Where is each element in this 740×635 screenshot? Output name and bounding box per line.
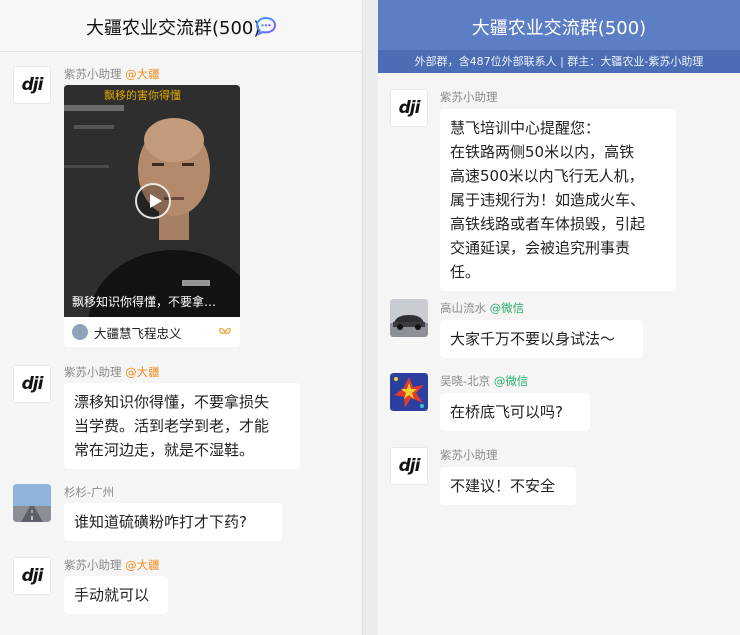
message-line: 在铁路两侧50米以内，高铁 — [450, 143, 635, 161]
message-line: 当学费。活到老学到老，才能 — [74, 417, 270, 435]
message-sender: 吴晓-北京 @微信 — [440, 373, 528, 389]
message-line: 手动就可以 — [74, 586, 150, 604]
sender-name: 高山流水 — [440, 301, 486, 315]
message-sender: 紫苏小助理 @大疆 — [64, 364, 160, 380]
message-line: 漂移知识你得懂，不要拿损失 — [74, 393, 270, 411]
dji-logo-icon: dji — [13, 365, 51, 403]
avatar[interactable] — [390, 373, 428, 411]
sender-name: 紫苏小助理 — [64, 67, 122, 81]
sender-tag: @大疆 — [125, 67, 160, 81]
car-photo-avatar — [390, 299, 428, 337]
message-line: 高速500米以内飞行无人机， — [450, 167, 644, 185]
dji-logo-icon: dji — [390, 89, 428, 127]
message-line: 谁知道硫磺粉咋打才下药? — [74, 513, 247, 531]
group-title: 大疆农业交流群(500) — [471, 18, 647, 39]
video-message-card[interactable]: 飘移的害你得懂 飘移知识你得懂，不要拿… 大疆慧飞程忠义 — [64, 85, 240, 347]
sender-name: 紫苏小助理 — [64, 365, 122, 379]
message-sender: 高山流水 @微信 — [440, 300, 524, 316]
pane-divider — [363, 0, 378, 635]
dji-logo-icon: dji — [13, 66, 51, 104]
group-title: 大疆农业交流群(500) — [86, 18, 261, 39]
avatar[interactable] — [390, 299, 428, 337]
channels-butterfly-icon — [219, 327, 231, 335]
avatar[interactable]: dji — [390, 447, 428, 485]
sender-name: 吴晓-北京 — [440, 374, 491, 388]
right-chat-pane: 大疆农业交流群(500) 外部群，含487位外部联系人 | 群主：大疆农业-紫苏… — [378, 0, 740, 635]
group-info-bar[interactable]: 外部群，含487位外部联系人 | 群主：大疆农业-紫苏小助理 — [378, 50, 740, 73]
pop-art-avatar — [390, 373, 428, 411]
play-icon[interactable] — [135, 183, 171, 219]
avatar[interactable]: dji — [13, 557, 51, 595]
sender-tag: @微信 — [493, 374, 529, 388]
avatar[interactable]: dji — [13, 365, 51, 403]
left-chat-header: 大疆农业交流群(500) — [0, 0, 362, 52]
message-sender: 紫苏小助理 @大疆 — [64, 66, 160, 82]
sender-name: 紫苏小助理 — [440, 448, 498, 462]
message-sender: 紫苏小助理 — [440, 447, 498, 463]
avatar[interactable] — [13, 484, 51, 522]
message-bubble[interactable]: 在桥底飞可以吗? — [440, 393, 590, 431]
message-sender: 紫苏小助理 — [440, 89, 498, 105]
video-thumbnail[interactable]: 飘移的害你得懂 飘移知识你得懂，不要拿… — [64, 85, 240, 317]
video-overlay-title: 飘移的害你得懂 — [104, 89, 181, 102]
message-bubble[interactable]: 不建议！不安全 — [440, 467, 576, 505]
message-line: 在桥底飞可以吗? — [450, 403, 563, 421]
message-bubble[interactable]: 手动就可以 — [64, 576, 168, 614]
dji-logo-icon: dji — [390, 447, 428, 485]
message-bubble[interactable]: 大家千万不要以身试法～ — [440, 320, 643, 358]
sender-name: 杉杉-广州 — [64, 485, 115, 499]
message-line: 常在河边走，就是不湿鞋。 — [74, 441, 255, 459]
sender-tag: @大疆 — [125, 558, 160, 572]
chat-bubble-icon[interactable] — [255, 16, 277, 36]
dji-logo-icon: dji — [13, 557, 51, 595]
message-bubble[interactable]: 漂移知识你得懂，不要拿损失 当学费。活到老学到老，才能 常在河边走，就是不湿鞋。 — [64, 383, 300, 469]
message-line: 属于违规行为！如造成火车、 — [450, 191, 646, 209]
message-line: 任。 — [450, 263, 481, 281]
message-line: 不建议！不安全 — [450, 477, 556, 495]
video-caption: 飘移知识你得懂，不要拿… — [72, 295, 217, 309]
left-chat-pane: 大疆农业交流群(500) dji 紫苏小助理 @大疆 飘移的害你得懂 飘移知识你… — [0, 0, 363, 635]
message-sender: 紫苏小助理 @大疆 — [64, 557, 160, 573]
sender-tag: @微信 — [489, 301, 525, 315]
channel-avatar — [72, 324, 88, 340]
avatar[interactable]: dji — [13, 66, 51, 104]
message-line: 交通延误，会被追究刑事责 — [450, 239, 631, 257]
message-bubble[interactable]: 慧飞培训中心提醒您： 在铁路两侧50米以内，高铁 高速500米以内飞行无人机， … — [440, 109, 676, 291]
video-channel-row[interactable]: 大疆慧飞程忠义 — [64, 317, 240, 347]
right-chat-header: 大疆农业交流群(500) — [378, 0, 740, 50]
channel-name: 大疆慧飞程忠义 — [94, 326, 182, 341]
message-line: 高铁线路或者车体损毁，引起 — [450, 215, 646, 233]
sender-name: 紫苏小助理 — [440, 90, 498, 104]
road-photo-avatar — [13, 484, 51, 522]
message-bubble[interactable]: 谁知道硫磺粉咋打才下药? — [64, 503, 282, 541]
message-line: 慧飞培训中心提醒您： — [450, 119, 601, 137]
avatar[interactable]: dji — [390, 89, 428, 127]
message-sender: 杉杉-广州 — [64, 484, 114, 500]
sender-tag: @大疆 — [125, 365, 160, 379]
sender-name: 紫苏小助理 — [64, 558, 122, 572]
message-line: 大家千万不要以身试法～ — [450, 330, 616, 348]
